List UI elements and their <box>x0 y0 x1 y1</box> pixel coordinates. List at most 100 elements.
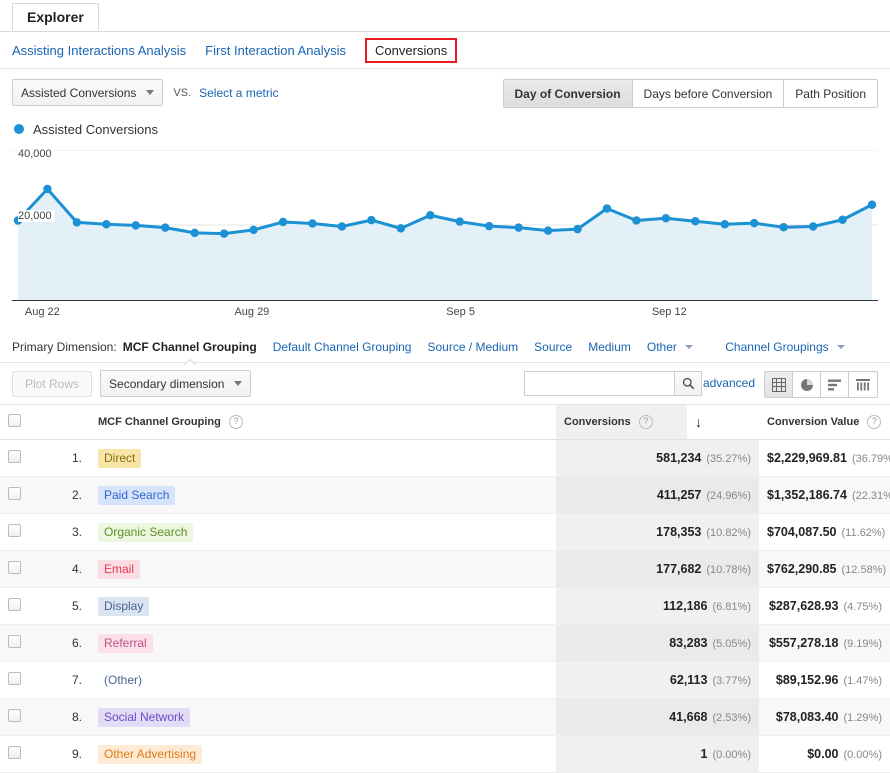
select-a-metric-link[interactable]: Select a metric <box>199 86 278 100</box>
secondary-dimension-button[interactable]: Secondary dimension <box>100 370 252 397</box>
channel-name-cell: Other Advertising <box>90 735 556 773</box>
vs-label: VS. <box>173 86 192 99</box>
conversions-cell: 62,113 (3.77%) <box>556 661 759 699</box>
x-axis-tick: Aug 29 <box>234 306 270 318</box>
channel-name-cell: Paid Search <box>90 476 556 514</box>
table-search <box>524 371 702 396</box>
other-dropdown-label: Other <box>646 339 677 354</box>
conversions-percent: (10.82%) <box>706 527 751 539</box>
help-icon[interactable]: ? <box>638 415 653 429</box>
conversions-percent: (2.53%) <box>712 712 751 724</box>
metric-selection-bar: Assisted Conversions VS. Select a metric… <box>0 69 890 116</box>
conversions-cell: 581,234 (35.27%) <box>556 439 759 477</box>
conversion-value-amount: $89,152.96 <box>775 673 839 687</box>
row-select-cell <box>0 661 46 699</box>
row-checkbox[interactable] <box>8 746 21 759</box>
row-checkbox[interactable] <box>8 635 21 648</box>
row-checkbox[interactable] <box>8 524 21 537</box>
dimension-link-default-channel-grouping[interactable]: Default Channel Grouping <box>273 340 412 354</box>
conversion-value-percent: (1.29%) <box>843 712 882 724</box>
dimension-header[interactable]: MCF Channel Grouping ? <box>90 405 556 440</box>
channel-name-chip[interactable]: Paid Search <box>98 485 176 505</box>
dimension-dropdown-other[interactable]: Other <box>646 339 694 354</box>
conversions-cell: 112,186 (6.81%) <box>556 587 759 625</box>
table-view-icon[interactable] <box>765 372 793 397</box>
row-checkbox[interactable] <box>8 672 21 685</box>
channel-name-chip[interactable]: Social Network <box>98 707 191 727</box>
tab-explorer[interactable]: Explorer <box>12 3 99 31</box>
metric-select-label: Assisted Conversions <box>21 85 137 100</box>
channel-name-cell: (Other) <box>90 661 556 699</box>
dimension-link-source-medium[interactable]: Source / Medium <box>427 340 518 354</box>
row-checkbox[interactable] <box>8 487 21 500</box>
channel-name-chip[interactable]: Direct <box>98 448 142 468</box>
conversions-percent: (35.27%) <box>706 453 751 465</box>
channel-name-chip[interactable]: Email <box>98 559 141 579</box>
channel-name-chip[interactable]: Organic Search <box>98 522 194 542</box>
conversions-line-chart <box>12 150 878 300</box>
channel-name-chip[interactable]: (Other) <box>98 671 148 690</box>
legend-color-dot-icon <box>14 124 24 134</box>
conversions-cell: 1 (0.00%) <box>556 735 759 773</box>
row-select-cell <box>0 513 46 551</box>
channel-name-chip[interactable]: Referral <box>98 633 153 653</box>
select-all-checkbox[interactable] <box>8 414 21 427</box>
pie-icon <box>800 378 813 391</box>
row-checkbox[interactable] <box>8 450 21 463</box>
row-select-cell <box>0 550 46 588</box>
row-select-cell <box>0 624 46 662</box>
subtab-first-interaction-analysis[interactable]: First Interaction Analysis <box>205 43 346 58</box>
view-type-buttons <box>764 371 878 398</box>
conversion-value-amount: $0.00 <box>807 747 839 761</box>
conversion-value-percent: (12.58%) <box>841 564 887 576</box>
segment-day-of-conversion[interactable]: Day of Conversion <box>503 80 633 107</box>
search-input[interactable] <box>524 371 674 396</box>
help-icon[interactable]: ? <box>228 415 243 429</box>
x-axis-tick: Sep 12 <box>651 306 687 318</box>
dimension-link-source[interactable]: Source <box>534 340 572 354</box>
subtab-label: First Interaction Analysis <box>205 42 347 58</box>
dimension-dropdown-channel-groupings[interactable]: Channel Groupings <box>725 340 845 354</box>
advanced-filter-link[interactable]: advanced <box>703 376 755 390</box>
conversion-value-cell: $89,152.96 (1.47%) <box>759 661 890 699</box>
segment-label: Day of Conversion <box>514 86 621 101</box>
help-icon[interactable]: ? <box>867 415 882 429</box>
chart-x-axis: Aug 22 Aug 29 Sep 5 Sep 12 <box>12 300 878 323</box>
table-toolbar: Plot Rows Secondary dimension advanced <box>0 363 890 405</box>
subtab-label: Assisting Interactions Analysis <box>12 42 187 58</box>
chevron-down-icon <box>234 381 243 386</box>
row-checkbox[interactable] <box>8 598 21 611</box>
conversion-value-header[interactable]: Conversion Value ? <box>759 405 890 440</box>
segment-days-before-conversion[interactable]: Days before Conversion <box>632 80 785 107</box>
legend-label: Assisted Conversions <box>33 121 158 137</box>
conversions-cell: 177,682 (10.78%) <box>556 550 759 588</box>
assisted-conversions-metric-select[interactable]: Assisted Conversions <box>12 79 164 106</box>
search-icon <box>682 377 694 390</box>
channel-name-chip[interactable]: Display <box>98 596 150 616</box>
conversion-value-cell: $762,290.85 (12.58%) <box>759 550 890 588</box>
row-select-cell <box>0 476 46 514</box>
channel-name-chip[interactable]: Other Advertising <box>98 744 203 764</box>
conversion-value-cell: $0.00 (0.00%) <box>759 735 890 773</box>
search-button[interactable] <box>674 371 702 396</box>
subtab-conversions[interactable]: Conversions <box>365 37 458 63</box>
comparison-view-icon[interactable] <box>849 372 877 397</box>
subtab-assisting-interactions-analysis[interactable]: Assisting Interactions Analysis <box>12 43 186 58</box>
table-row: 2. Paid Search 411,257 (24.96%) $1,352,186.7… <box>0 476 890 514</box>
timeline-chart-section: Assisted Conversions 40,000 20,000 Aug 2… <box>0 116 890 323</box>
row-checkbox[interactable] <box>8 561 21 574</box>
channel-name-cell: Display <box>90 587 556 625</box>
plot-rows-button[interactable]: Plot Rows <box>12 370 93 397</box>
conversion-value-amount: $287,628.93 <box>768 599 839 613</box>
conversion-value-cell: $557,278.18 (9.19%) <box>759 624 890 662</box>
row-checkbox[interactable] <box>8 709 21 722</box>
y-axis-tick-40000: 40,000 <box>18 148 55 160</box>
performance-view-icon[interactable] <box>821 372 849 397</box>
sort-direction-header[interactable]: ↓ <box>687 405 759 440</box>
dimension-link-medium[interactable]: Medium <box>588 340 631 354</box>
pie-chart-view-icon[interactable] <box>793 372 821 397</box>
segment-path-position[interactable]: Path Position <box>784 80 877 107</box>
conversions-header[interactable]: Conversions ? <box>556 405 687 440</box>
chart-plot-area[interactable]: 40,000 20,000 <box>12 148 878 300</box>
row-index: 3. <box>46 513 90 551</box>
